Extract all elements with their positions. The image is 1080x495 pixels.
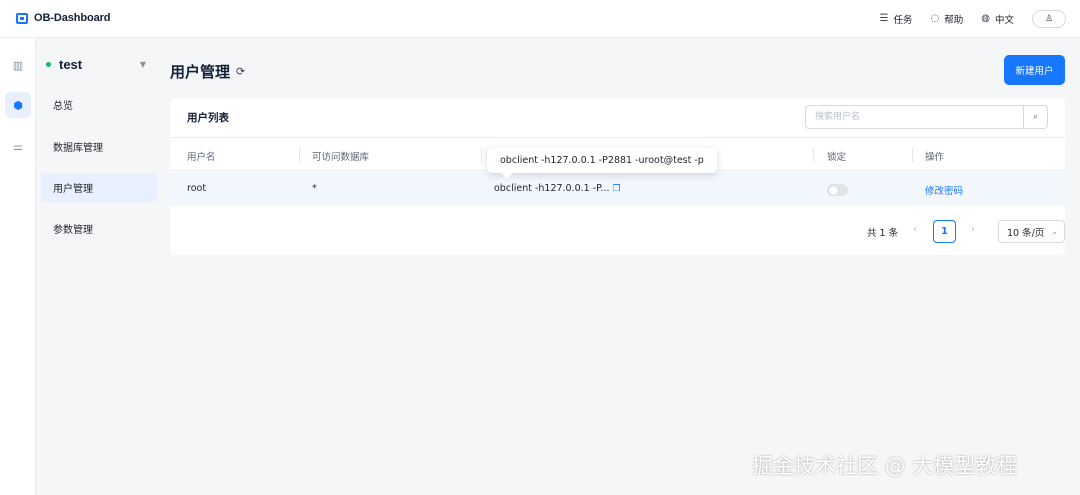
cube-icon: ⬢ <box>13 98 23 112</box>
watermark: 掘金技术社区 @ 大模型教程 <box>752 454 1018 478</box>
bulb-icon: ◌ <box>930 13 940 24</box>
column-divider <box>813 148 814 162</box>
language-label: 中文 <box>994 15 1014 26</box>
page-title: 用户管理 ⟳ <box>170 61 245 82</box>
column-divider <box>481 148 482 162</box>
column-header-locked: 锁定 <box>827 152 847 163</box>
icon-rail: ▥ ⬢ ⚌ <box>0 38 36 495</box>
pagination-total: 共 1 条 <box>867 228 899 239</box>
sidebar-item-label: 用户管理 <box>53 184 93 195</box>
bar-chart-icon: ▥ <box>12 58 24 72</box>
change-password-link[interactable]: 修改密码 <box>925 183 963 197</box>
language-button[interactable]: ◍ 中文 <box>981 12 1014 27</box>
sidebar: test ▼ 总览 数据库管理 用户管理 参数管理 <box>36 38 158 495</box>
new-user-button[interactable]: 新建用户 <box>1004 55 1065 85</box>
page-title-text: 用户管理 <box>170 63 231 81</box>
tasks-button[interactable]: ☰ 任务 <box>879 12 913 27</box>
list-icon: ☰ <box>879 13 889 24</box>
search-box: ⌕ <box>805 105 1048 129</box>
help-label: 帮助 <box>944 15 964 26</box>
user-list-card: 用户列表 ⌕ 用户名 可访问数据库 锁定 操作 root * obclient … <box>170 98 1065 255</box>
help-button[interactable]: ◌ 帮助 <box>930 12 964 27</box>
column-header-username: 用户名 <box>187 152 216 163</box>
connection-string[interactable]: obclient -h127.0.0.1 -P... <box>494 183 609 194</box>
header-actions: ☰ 任务 ◌ 帮助 ◍ 中文 ♙ <box>880 10 1066 28</box>
next-page-button[interactable]: › <box>971 224 975 235</box>
user-icon: ♙ <box>1044 14 1054 24</box>
copy-icon[interactable]: ❐ <box>612 184 620 194</box>
tasks-label: 任务 <box>893 15 913 26</box>
card-title: 用户列表 <box>187 112 229 124</box>
sidebar-item-label: 参数管理 <box>53 225 93 236</box>
pagination: 共 1 条 ‹ 1 › 10 条/页 ⌄ <box>170 219 1065 243</box>
search-button[interactable]: ⌕ <box>1023 106 1047 128</box>
connection-tooltip: obclient -h127.0.0.1 -P2881 -uroot@test … <box>487 148 717 173</box>
search-input[interactable] <box>806 106 1023 128</box>
databases-cell: * <box>312 183 317 194</box>
prev-page-button[interactable]: ‹ <box>913 224 917 235</box>
chevron-down-icon: ▼ <box>139 60 146 69</box>
globe-icon: ◍ <box>981 13 990 24</box>
tenant-nav-button[interactable]: ⬢ <box>5 92 31 118</box>
sidebar-item-databases[interactable]: 数据库管理 <box>41 132 157 161</box>
sidebar-item-overview[interactable]: 总览 <box>41 90 157 119</box>
column-divider <box>912 148 913 162</box>
column-divider <box>299 148 300 162</box>
monitor-nav-button[interactable]: ▥ <box>5 52 31 78</box>
page-size-select[interactable]: 10 条/页 ⌄ <box>998 220 1065 243</box>
column-header-databases: 可访问数据库 <box>312 152 370 163</box>
sidebar-item-users[interactable]: 用户管理 <box>41 173 157 202</box>
chevron-down-icon: ⌄ <box>1051 227 1058 236</box>
tenant-status-dot <box>46 62 51 67</box>
sidebar-item-label: 数据库管理 <box>53 143 103 154</box>
app-title: OB-Dashboard <box>34 12 111 24</box>
top-bar: OB-Dashboard ☰ 任务 ◌ 帮助 ◍ 中文 ♙ <box>0 0 1080 38</box>
sliders-icon: ⚌ <box>13 139 23 153</box>
column-header-actions: 操作 <box>925 152 945 163</box>
sidebar-item-parameters[interactable]: 参数管理 <box>41 214 157 243</box>
page-1-button[interactable]: 1 <box>933 220 956 243</box>
username-cell: root <box>187 183 207 194</box>
tenant-name: test <box>59 57 83 72</box>
refresh-icon[interactable]: ⟳ <box>236 65 245 78</box>
logo-icon <box>16 12 28 24</box>
logo[interactable]: OB-Dashboard <box>16 12 111 24</box>
connection-cell: obclient -h127.0.0.1 -P... ❐ <box>494 183 621 194</box>
page-size-value: 10 条/页 <box>1007 227 1045 239</box>
search-icon: ⌕ <box>1032 112 1039 122</box>
tenant-selector[interactable]: test ▼ <box>46 57 146 72</box>
lock-toggle[interactable] <box>827 184 848 196</box>
table-row: root * obclient -h127.0.0.1 -P... ❐ 修改密码 <box>170 172 1065 206</box>
sidebar-item-label: 总览 <box>53 101 73 112</box>
settings-nav-button[interactable]: ⚌ <box>5 133 31 159</box>
user-menu-button[interactable]: ♙ <box>1032 10 1066 28</box>
